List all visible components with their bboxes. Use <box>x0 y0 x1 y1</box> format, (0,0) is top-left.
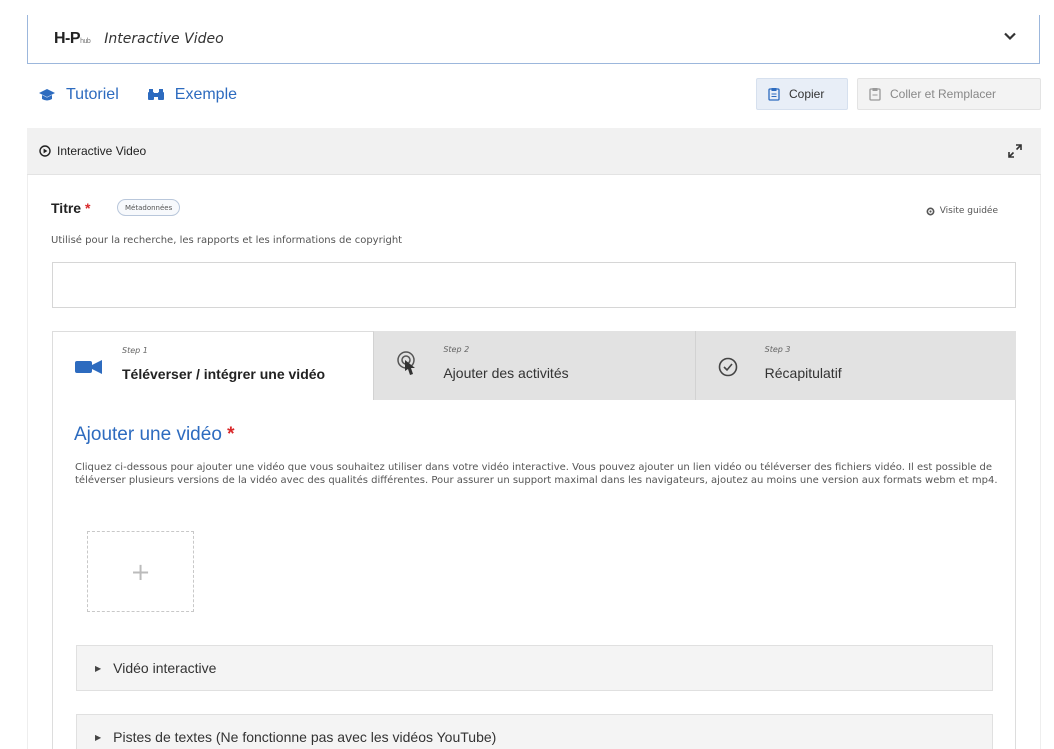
step-number: Step 1 <box>122 346 148 355</box>
check-circle-icon <box>718 357 737 377</box>
step-label: Téléverser / intégrer une vidéo <box>122 366 326 382</box>
touch-icon <box>397 351 416 375</box>
play-circle-icon <box>39 145 51 157</box>
clipboard-icon <box>768 88 780 101</box>
guided-tour-label: Visite guidée <box>939 206 998 216</box>
example-label: Exemple <box>174 86 238 103</box>
title-field-label: Titre * <box>51 200 91 216</box>
library-selector[interactable]: H-Phub Interactive Video <box>27 15 1040 64</box>
copy-button[interactable]: Copier <box>756 78 848 110</box>
add-video-title: Ajouter une vidéo * <box>74 424 235 445</box>
step-tabs: Step 1 Téléverser / intégrer une vidéo S… <box>52 331 1016 400</box>
accordion-label: Pistes de textes (Ne fonctionne pas avec… <box>113 729 497 745</box>
guided-tour-link[interactable]: Visite guidée <box>926 206 998 216</box>
accordion-label: Vidéo interactive <box>113 660 217 676</box>
paste-label: Coller et Remplacer <box>890 87 997 101</box>
tutorial-label: Tutoriel <box>66 86 119 103</box>
library-name: Interactive Video <box>104 31 224 47</box>
title-field-description: Utilisé pour la recherche, les rapports … <box>51 235 403 246</box>
expand-icon[interactable] <box>1007 143 1023 159</box>
tab-step-3[interactable]: Step 3 Récapitulatif <box>695 331 1016 400</box>
step-content <box>52 400 1016 749</box>
paste-replace-button[interactable]: Coller et Remplacer <box>857 78 1041 110</box>
tab-step-2[interactable]: Step 2 Ajouter des activités <box>374 331 696 400</box>
copy-label: Copier <box>789 87 825 101</box>
add-video-button[interactable]: + <box>87 531 194 612</box>
binoculars-icon <box>147 89 164 100</box>
video-camera-icon <box>75 360 102 374</box>
accordion-interactive-video[interactable]: ▶ Vidéo interactive <box>76 645 993 691</box>
help-links: Tutoriel Exemple <box>38 86 237 104</box>
section-title: Interactive Video <box>57 144 147 158</box>
section-header: Interactive Video <box>27 128 1041 175</box>
caret-right-icon: ▶ <box>95 732 102 742</box>
add-video-description: Cliquez ci-dessous pour ajouter une vidé… <box>75 462 998 486</box>
step-number: Step 2 <box>443 345 470 354</box>
chevron-down-icon[interactable] <box>1003 29 1017 43</box>
metadata-button[interactable]: Métadonnées <box>117 199 181 216</box>
gear-icon <box>926 207 935 215</box>
step-number: Step 3 <box>764 345 791 354</box>
graduation-cap-icon <box>39 89 55 101</box>
title-input[interactable] <box>52 262 1016 308</box>
tab-step-1[interactable]: Step 1 Téléverser / intégrer une vidéo <box>52 331 375 400</box>
step-label: Ajouter des activités <box>443 365 569 381</box>
accordion-text-tracks[interactable]: ▶ Pistes de textes (Ne fonctionne pas av… <box>76 714 993 749</box>
required-mark: * <box>84 200 91 216</box>
h5p-logo: H-Phub <box>54 30 91 47</box>
caret-right-icon: ▶ <box>95 663 102 673</box>
step-label: Récapitulatif <box>764 365 842 381</box>
paste-icon <box>869 88 881 101</box>
plus-icon: + <box>130 557 151 586</box>
required-mark: * <box>227 424 235 445</box>
tutorial-link[interactable]: Tutoriel <box>38 86 119 104</box>
example-link[interactable]: Exemple <box>147 86 237 104</box>
